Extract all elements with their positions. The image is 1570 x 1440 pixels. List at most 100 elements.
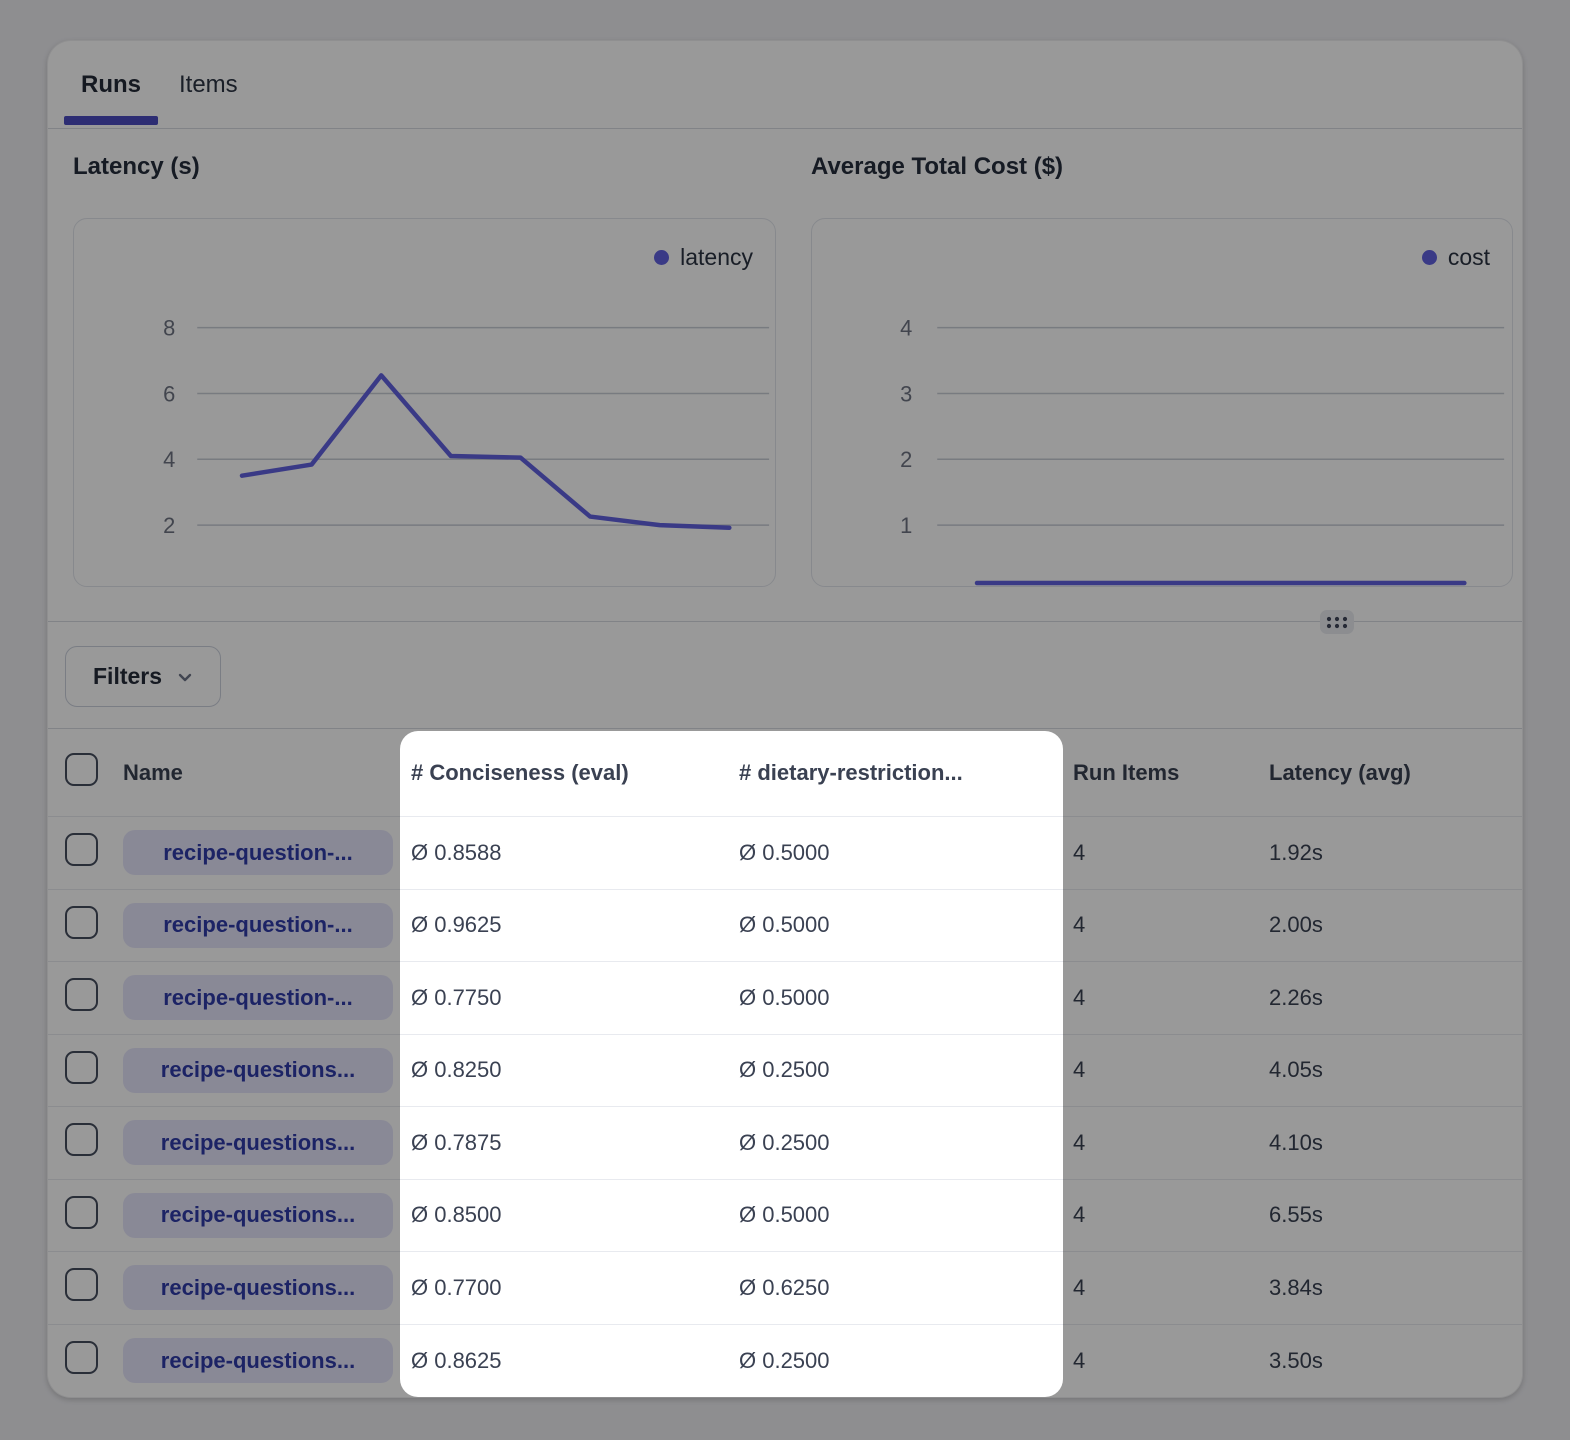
dietary-restriction-value: Ø 0.5000 <box>739 1202 1073 1228</box>
run-name-badge[interactable]: recipe-questions... <box>123 1193 393 1238</box>
svg-text:3: 3 <box>900 381 912 406</box>
run-name-badge[interactable]: recipe-questions... <box>123 1048 393 1093</box>
conciseness-value: Ø 0.7875 <box>411 1130 739 1156</box>
table-row[interactable]: recipe-questions... Ø 0.8250 Ø 0.2500 4 … <box>48 1035 1522 1108</box>
cost-chart-title: Average Total Cost ($) <box>811 153 1063 181</box>
run-name-badge[interactable]: recipe-questions... <box>123 1265 393 1310</box>
run-items-value: 4 <box>1073 840 1269 866</box>
run-name-badge[interactable]: recipe-questions... <box>123 1120 393 1165</box>
select-all-checkbox[interactable] <box>65 753 98 786</box>
latency-avg-value: 6.55s <box>1269 1202 1522 1228</box>
latency-avg-value: 1.92s <box>1269 840 1522 866</box>
run-name-badge[interactable]: recipe-questions... <box>123 1338 393 1383</box>
run-name-badge[interactable]: recipe-question-... <box>123 830 393 875</box>
dietary-restriction-value: Ø 0.2500 <box>739 1348 1073 1374</box>
latency-chart-title: Latency (s) <box>73 153 200 181</box>
conciseness-value: Ø 0.7750 <box>411 985 739 1011</box>
cost-legend: cost <box>1422 244 1490 271</box>
runs-panel: Runs Items Latency (s) Average Total Cos… <box>47 40 1523 1398</box>
dietary-restriction-value: Ø 0.5000 <box>739 985 1073 1011</box>
column-header-dietary-restriction: # dietary-restriction... <box>739 760 1073 786</box>
table-row[interactable]: recipe-question-... Ø 0.7750 Ø 0.5000 4 … <box>48 962 1522 1035</box>
latency-avg-value: 3.84s <box>1269 1275 1522 1301</box>
latency-line-chart: 2 4 6 8 <box>74 219 775 586</box>
conciseness-value: Ø 0.8588 <box>411 840 739 866</box>
row-checkbox[interactable] <box>65 1341 98 1374</box>
latency-legend: latency <box>654 244 753 271</box>
active-tab-underline <box>64 116 158 125</box>
latency-avg-value: 2.26s <box>1269 985 1522 1011</box>
dietary-restriction-value: Ø 0.5000 <box>739 912 1073 938</box>
run-items-value: 4 <box>1073 1057 1269 1083</box>
conciseness-value: Ø 0.7700 <box>411 1275 739 1301</box>
run-items-value: 4 <box>1073 912 1269 938</box>
table-row[interactable]: recipe-questions... Ø 0.7875 Ø 0.2500 4 … <box>48 1107 1522 1180</box>
runs-table: Name # Conciseness (eval) # dietary-rest… <box>48 728 1522 1397</box>
run-items-value: 4 <box>1073 1202 1269 1228</box>
latency-legend-label: latency <box>680 244 753 271</box>
run-items-value: 4 <box>1073 1348 1269 1374</box>
latency-avg-value: 3.50s <box>1269 1348 1522 1374</box>
conciseness-value: Ø 0.8250 <box>411 1057 739 1083</box>
table-header-row: Name # Conciseness (eval) # dietary-rest… <box>48 729 1522 817</box>
chevron-down-icon <box>174 666 196 688</box>
dietary-restriction-value: Ø 0.2500 <box>739 1130 1073 1156</box>
row-checkbox[interactable] <box>65 1268 98 1301</box>
svg-text:1: 1 <box>900 513 912 538</box>
svg-text:6: 6 <box>163 381 175 406</box>
tab-runs-label: Runs <box>81 71 141 99</box>
conciseness-value: Ø 0.8625 <box>411 1348 739 1374</box>
latency-legend-dot-icon <box>654 250 669 265</box>
table-row[interactable]: recipe-question-... Ø 0.8588 Ø 0.5000 4 … <box>48 817 1522 890</box>
header-checkbox-cell <box>65 753 115 792</box>
cost-legend-label: cost <box>1448 244 1490 271</box>
run-items-value: 4 <box>1073 985 1269 1011</box>
latency-chart-card: latency 2 4 6 8 <box>73 218 776 587</box>
table-row[interactable]: recipe-question-... Ø 0.9625 Ø 0.5000 4 … <box>48 890 1522 963</box>
row-checkbox[interactable] <box>65 978 98 1011</box>
table-row[interactable]: recipe-questions... Ø 0.8500 Ø 0.5000 4 … <box>48 1180 1522 1253</box>
run-name-badge[interactable]: recipe-question-... <box>123 975 393 1020</box>
table-row[interactable]: recipe-questions... Ø 0.8625 Ø 0.2500 4 … <box>48 1325 1522 1398</box>
run-name-badge[interactable]: recipe-question-... <box>123 903 393 948</box>
dietary-restriction-value: Ø 0.6250 <box>739 1275 1073 1301</box>
row-checkbox[interactable] <box>65 833 98 866</box>
svg-text:2: 2 <box>163 513 175 538</box>
table-row[interactable]: recipe-questions... Ø 0.7700 Ø 0.6250 4 … <box>48 1252 1522 1325</box>
grip-dots-icon <box>1325 614 1349 630</box>
svg-text:2: 2 <box>900 447 912 472</box>
tab-items[interactable]: Items <box>162 41 255 128</box>
filters-button-label: Filters <box>93 663 162 690</box>
charts-section: Latency (s) Average Total Cost ($) laten… <box>48 129 1522 621</box>
column-header-name: Name <box>115 760 411 786</box>
column-header-latency-avg: Latency (avg) <box>1269 760 1522 786</box>
row-checkbox[interactable] <box>65 1123 98 1156</box>
row-checkbox[interactable] <box>65 906 98 939</box>
cost-chart-card: cost 1 2 3 4 <box>811 218 1513 587</box>
tab-runs[interactable]: Runs <box>64 41 158 128</box>
svg-text:8: 8 <box>163 316 175 341</box>
latency-avg-value: 4.10s <box>1269 1130 1522 1156</box>
resize-grip-icon[interactable] <box>1320 610 1354 634</box>
row-checkbox[interactable] <box>65 1196 98 1229</box>
cost-legend-dot-icon <box>1422 250 1437 265</box>
app-background: { "tabs": [ { "label": "Runs", "active":… <box>0 0 1570 1440</box>
run-items-value: 4 <box>1073 1130 1269 1156</box>
dietary-restriction-value: Ø 0.5000 <box>739 840 1073 866</box>
column-header-run-items: Run Items <box>1073 760 1269 786</box>
svg-text:4: 4 <box>163 447 175 472</box>
dietary-restriction-value: Ø 0.2500 <box>739 1057 1073 1083</box>
latency-avg-value: 4.05s <box>1269 1057 1522 1083</box>
latency-avg-value: 2.00s <box>1269 912 1522 938</box>
conciseness-value: Ø 0.8500 <box>411 1202 739 1228</box>
row-checkbox[interactable] <box>65 1051 98 1084</box>
cost-line-chart: 1 2 3 4 <box>812 219 1512 586</box>
tab-items-label: Items <box>179 71 238 99</box>
run-items-value: 4 <box>1073 1275 1269 1301</box>
column-header-conciseness: # Conciseness (eval) <box>411 760 739 786</box>
svg-text:4: 4 <box>900 316 912 341</box>
filters-row: Filters <box>48 622 1522 728</box>
filters-button[interactable]: Filters <box>65 646 221 707</box>
conciseness-value: Ø 0.9625 <box>411 912 739 938</box>
tab-bar: Runs Items <box>48 41 1522 129</box>
